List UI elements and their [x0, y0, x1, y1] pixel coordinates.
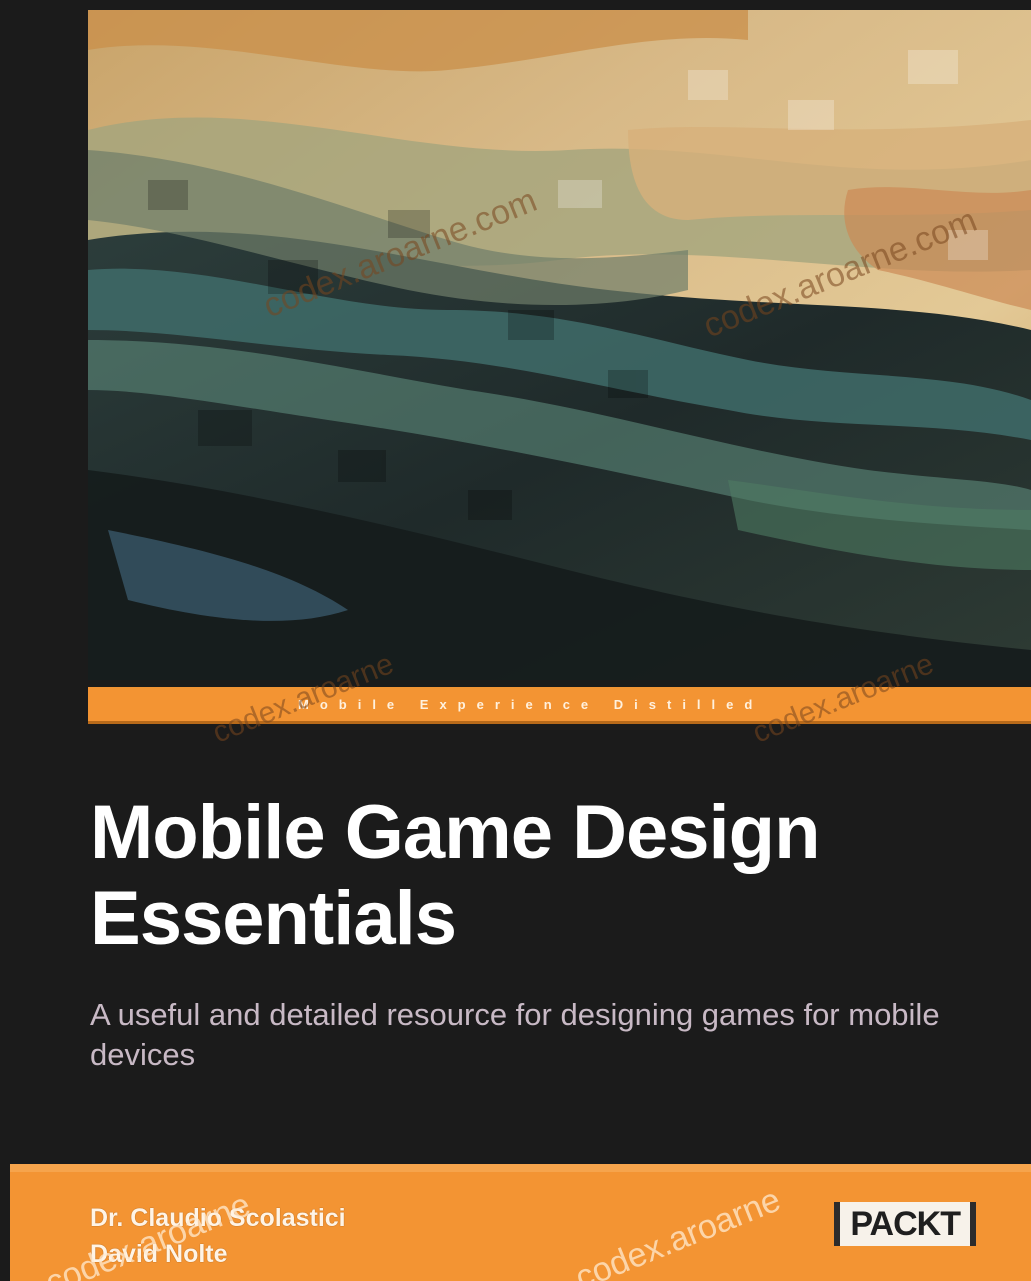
book-title: Mobile Game Design Essentials	[90, 790, 990, 962]
book-cover: codex.aroarne.com codex.aroarne.com Mobi…	[0, 0, 1031, 1281]
cover-artwork: codex.aroarne.com codex.aroarne.com	[88, 10, 1031, 680]
cover-footer: Dr. Claudio Scolastici David Nolte PACKT…	[10, 1172, 1031, 1281]
book-subtitle: A useful and detailed resource for desig…	[90, 997, 940, 1072]
terrain-image	[88, 10, 1031, 680]
series-name: Mobile Experience Distilled	[298, 696, 764, 712]
publisher-logo: PACKT	[834, 1202, 976, 1246]
watermark-text: codex.aroarne	[570, 1180, 786, 1281]
footer-divider	[10, 1164, 1031, 1172]
title-line: Essentials	[90, 876, 457, 961]
series-band: Mobile Experience Distilled codex.aroarn…	[88, 647, 1031, 750]
title-line: Mobile Game Design	[90, 790, 821, 875]
